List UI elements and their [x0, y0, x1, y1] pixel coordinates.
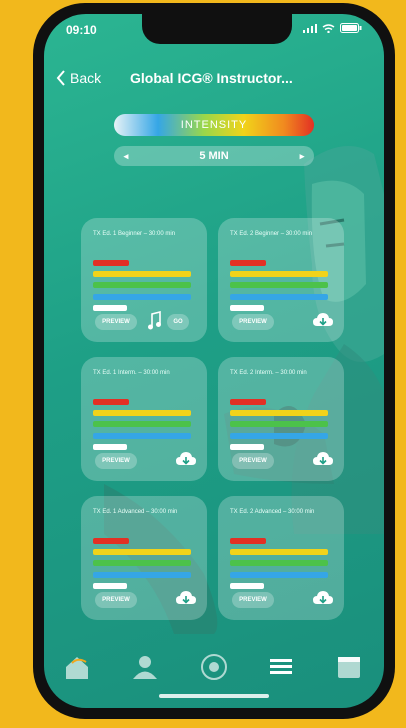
intensity-bar-blue [230, 294, 328, 300]
intensity-bar-yellow [93, 271, 191, 277]
back-button[interactable]: Back [56, 70, 101, 86]
workout-card[interactable]: TX Ed. 2 Interm. – 30:00 min PREVIEW [218, 357, 344, 481]
status-icons [303, 23, 362, 33]
workout-card[interactable]: TX Ed. 2 Advanced – 30:00 min PREVIEW [218, 496, 344, 620]
preview-button[interactable]: PREVIEW [95, 592, 137, 608]
duration-next-button[interactable]: ▸ [292, 146, 312, 166]
intensity-bar-yellow [93, 410, 191, 416]
workout-title: TX Ed. 1 Interm. – 30:00 min [93, 370, 170, 376]
cloud-download-icon[interactable] [312, 312, 334, 330]
status-bar: 09:10 [44, 14, 384, 44]
intensity-bar-red [93, 399, 129, 405]
intensity-bar-white [230, 444, 264, 450]
workout-card[interactable]: TX Ed. 2 Beginner – 30:00 min PREVIEW [218, 218, 344, 342]
intensity-bar-red [230, 538, 266, 544]
duration-prev-button[interactable]: ◂ [116, 146, 136, 166]
intensity-bar-green [230, 282, 328, 288]
cloud-download-icon[interactable] [312, 590, 334, 608]
list-icon[interactable] [266, 652, 296, 682]
duration-value: 5 MIN [199, 150, 229, 162]
intensity-bar-red [230, 399, 266, 405]
workout-title: TX Ed. 2 Beginner – 30:00 min [230, 231, 313, 237]
intensity-bar-green [93, 282, 191, 288]
intensity-bar-green [93, 421, 191, 427]
intensity-bar-green [230, 421, 328, 427]
music-note-icon[interactable] [147, 311, 161, 331]
calendar-icon[interactable] [334, 652, 364, 682]
intensity-bar-yellow [93, 549, 191, 555]
intensity-bar-white [230, 305, 264, 311]
profile-icon[interactable] [130, 652, 160, 682]
preview-button[interactable]: PREVIEW [232, 453, 274, 469]
intensity-bar-yellow [230, 410, 328, 416]
cloud-download-icon[interactable] [175, 451, 197, 469]
app-screen: 09:10 Back Global ICG® Instructor... INT… [44, 14, 384, 708]
intensity-bar-white [93, 305, 127, 311]
intensity-bar-red [93, 260, 129, 266]
battery-icon [340, 23, 362, 33]
intensity-bar-red [230, 260, 266, 266]
cloud-download-icon[interactable] [312, 451, 334, 469]
intensity-bar-green [93, 560, 191, 566]
home-icon[interactable] [62, 652, 92, 682]
status-time: 09:10 [66, 23, 97, 37]
workout-card[interactable]: TX Ed. 1 Interm. – 30:00 min PREVIEW [81, 357, 207, 481]
workout-card[interactable]: TX Ed. 1 Advanced – 30:00 min PREVIEW [81, 496, 207, 620]
preview-button[interactable]: PREVIEW [232, 314, 274, 330]
intensity-bar-yellow [230, 271, 328, 277]
intensity-filter[interactable]: INTENSITY [114, 114, 314, 136]
go-button[interactable]: GO [167, 314, 189, 330]
workout-title: TX Ed. 1 Advanced – 30:00 min [93, 509, 178, 515]
intensity-bar-green [230, 560, 328, 566]
workout-title: TX Ed. 2 Interm. – 30:00 min [230, 370, 307, 376]
intensity-bar-blue [93, 433, 191, 439]
intensity-bar-blue [230, 572, 328, 578]
back-label: Back [70, 70, 102, 86]
workout-card[interactable]: TX Ed. 1 Beginner – 30:00 min PREVIEW GO [81, 218, 207, 342]
intensity-bar-blue [230, 433, 328, 439]
chevron-left-icon [56, 70, 65, 86]
intensity-label: INTENSITY [180, 119, 248, 131]
home-indicator [159, 694, 269, 698]
intensity-bar-blue [93, 572, 191, 578]
intensity-bar-blue [93, 294, 191, 300]
workout-title: TX Ed. 2 Advanced – 30:00 min [230, 509, 315, 515]
intensity-bar-white [93, 583, 127, 589]
intensity-bar-white [230, 583, 264, 589]
workout-title: TX Ed. 1 Beginner – 30:00 min [93, 231, 176, 237]
page-title: Global ICG® Instructor... [130, 70, 293, 86]
intensity-bar-white [93, 444, 127, 450]
preview-button[interactable]: PREVIEW [232, 592, 274, 608]
preview-button[interactable]: PREVIEW [95, 314, 137, 330]
signal-icon [303, 23, 317, 33]
nav-header: Back Global ICG® Instructor... [44, 66, 384, 94]
wifi-icon [322, 23, 335, 33]
record-icon[interactable] [199, 652, 229, 682]
intensity-bar-yellow [230, 549, 328, 555]
cloud-download-icon[interactable] [175, 590, 197, 608]
preview-button[interactable]: PREVIEW [95, 453, 137, 469]
intensity-bar-red [93, 538, 129, 544]
duration-selector: ◂ 5 MIN ▸ [114, 146, 314, 166]
